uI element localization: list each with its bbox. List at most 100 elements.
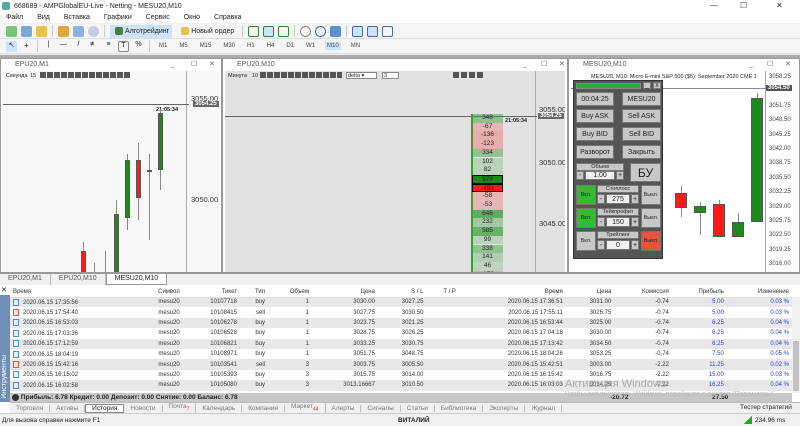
panel-close-button[interactable]: x — [653, 82, 661, 89]
column-header[interactable]: Цена — [565, 288, 615, 298]
takeprofit-on-button[interactable]: Вкл. — [576, 208, 596, 228]
buy-bid-button[interactable]: Buy BID — [576, 127, 614, 141]
table-row[interactable]: 2020.06.15 17:03:36 mesu20 10106528 buy 1 302… — [10, 328, 792, 338]
trailing-plus-button[interactable]: + — [631, 240, 639, 250]
maximize-button[interactable]: ☐ — [740, 1, 747, 10]
column-header[interactable]: Время — [458, 288, 566, 298]
takeprofit-input[interactable]: 150 — [606, 217, 630, 227]
reverse-button[interactable]: Разворот — [576, 145, 614, 159]
menu-view[interactable]: Вид — [37, 14, 50, 21]
table-row[interactable]: 2020.06.15 16:15:02 mesu20 10105393 buy 3 301… — [10, 370, 792, 380]
tile-windows-icon[interactable] — [330, 25, 342, 37]
column-header[interactable]: Прибыль — [671, 288, 727, 298]
timeframe-h4[interactable]: H4 — [265, 42, 277, 50]
tab-epu20-m10[interactable]: EPU20,M10 — [51, 274, 106, 285]
chart-window-epu20-m1[interactable]: EPU20,M1 _ ☐ ✕ Секунда 15 3055.00 3050.00 … — [0, 58, 222, 273]
buy-ask-button[interactable]: Buy ASK — [576, 109, 614, 123]
column-header[interactable]: Цена — [311, 288, 378, 298]
toolbox-tab[interactable]: Календарь — [196, 404, 243, 412]
maximize-button[interactable]: ☐ — [191, 59, 197, 70]
view-buttons[interactable] — [453, 72, 483, 78]
stoploss-on-button[interactable]: Вкл. — [576, 185, 596, 205]
table-row[interactable]: 2020.06.15 17:54:40 mesu20 10108415 sell 1 30… — [10, 307, 792, 317]
text-icon[interactable]: T — [118, 40, 129, 52]
toolbox-tab[interactable]: Библиотека — [435, 404, 484, 412]
maximize-button[interactable]: ☐ — [541, 59, 547, 70]
column-header[interactable]: S / L — [377, 288, 427, 298]
table-row[interactable]: 2020.06.15 18:04:19 mesu20 10108971 buy 1 305… — [10, 349, 792, 359]
menu-tools[interactable]: Сервис — [146, 14, 170, 21]
toolbox-close-icon[interactable]: ✕ — [1, 286, 7, 294]
profiles-icon[interactable] — [21, 25, 32, 37]
fibonacci-icon[interactable]: ≢ — [88, 41, 99, 52]
metaeditor-icon[interactable] — [58, 25, 69, 37]
table-scrollbar[interactable] — [792, 297, 800, 393]
channels-icon[interactable]: ≡ — [103, 41, 114, 52]
trailing-off-button[interactable]: Выкл. — [641, 231, 661, 251]
chart-canvas[interactable]: Секунда 15 3055.00 3050.00 3054.25 21:05… — [3, 71, 219, 272]
menu-insert[interactable]: Вставка — [64, 14, 90, 21]
autoscroll-icon[interactable] — [352, 25, 364, 37]
toolbox-tab[interactable]: Торговля — [10, 404, 51, 412]
stoploss-plus-button[interactable]: + — [631, 194, 639, 204]
zoom-in-icon[interactable] — [300, 25, 312, 37]
timeframe-mn[interactable]: MN — [349, 42, 362, 50]
crosshair-icon[interactable]: + — [21, 41, 32, 52]
line-chart-icon[interactable] — [278, 25, 290, 37]
chart-shift-icon[interactable] — [367, 25, 379, 37]
cursor-icon[interactable]: ↖ — [6, 40, 17, 52]
sell-bid-button[interactable]: Sell BID — [622, 127, 661, 141]
toolbox-side-label[interactable]: Инструменты — [0, 295, 10, 402]
menu-file[interactable]: Файл — [6, 14, 23, 21]
takeprofit-plus-button[interactable]: + — [631, 217, 639, 227]
toolbox-tab[interactable]: Почта7 — [163, 403, 197, 413]
close-position-button[interactable]: Закрыть — [622, 145, 661, 159]
zoom-out-icon[interactable] — [315, 25, 327, 37]
navigator-icon[interactable] — [73, 25, 84, 37]
trailing-on-button[interactable]: Вкл. — [576, 231, 596, 251]
depth-stepper[interactable]: 3 — [382, 72, 399, 79]
column-header[interactable]: Изменение — [726, 288, 792, 298]
chart-window-epu20-m10[interactable]: EPU20,M10 _ ☐ ✕ Минута 10 delta ▾ 3 3055.0… — [222, 58, 568, 273]
vertical-line-icon[interactable]: | — [43, 41, 54, 52]
column-header[interactable]: Тип — [239, 288, 269, 298]
toolbox-tab[interactable]: Компания — [242, 404, 285, 412]
horizontal-line-icon[interactable]: — — [58, 41, 69, 52]
tab-epu20-m1[interactable]: EPU20,M1 — [0, 274, 51, 285]
trailing-input[interactable]: 0 — [606, 240, 630, 250]
breakeven-button[interactable]: БУ — [630, 163, 661, 182]
timeframe-m30[interactable]: M30 — [221, 42, 237, 50]
toolbox-tab[interactable]: Эксперты — [483, 404, 526, 412]
minimize-button[interactable]: _ — [171, 59, 175, 70]
timeframe-m5[interactable]: M5 — [177, 42, 189, 50]
stoploss-input[interactable]: 275 — [606, 194, 630, 204]
strategy-tester-button[interactable]: Тестер стратегий — [740, 404, 792, 411]
minimize-button[interactable]: _ — [749, 59, 753, 70]
stoploss-minus-button[interactable]: - — [597, 194, 605, 204]
tab-mesu20-m10[interactable]: MESU20,M10 — [105, 274, 168, 285]
timeframe-d1[interactable]: D1 — [284, 42, 296, 50]
toolbox-tab[interactable]: Активы — [50, 404, 86, 412]
table-row[interactable]: 2020.06.15 16:53:03 mesu20 10106278 buy 1 302… — [10, 317, 792, 329]
toolbox-tab[interactable]: История — [85, 403, 125, 413]
timeframe-m15[interactable]: M15 — [198, 42, 214, 50]
minimize-button[interactable]: _ — [523, 59, 527, 70]
table-row[interactable]: 2020.06.15 17:35:56 mesu20 10107718 buy 1 303… — [10, 297, 792, 308]
table-row[interactable]: 2020.06.15 17:12:59 mesu20 10106821 buy 1 303… — [10, 338, 792, 349]
table-row[interactable]: 2020.06.15 16:02:58 mesu20 10105080 buy 3 301… — [10, 380, 792, 391]
volume-minus-button[interactable]: - — [576, 171, 584, 180]
timeframe-m10[interactable]: M10 — [325, 42, 341, 50]
toolbox-tab[interactable]: Сигналы — [361, 404, 401, 412]
table-row[interactable]: 2020.06.15 15:42:16 mesu20 10103541 sell 3 30… — [10, 359, 792, 370]
takeprofit-minus-button[interactable]: - — [597, 217, 605, 227]
volume-plus-button[interactable]: + — [616, 171, 624, 180]
shapes-icon[interactable]: % — [133, 41, 144, 52]
column-header[interactable]: T / P — [426, 288, 459, 298]
mode-select[interactable]: delta ▾ — [346, 72, 377, 79]
close-button[interactable]: ✕ — [776, 1, 783, 10]
market-watch-icon[interactable] — [36, 25, 47, 37]
signal-icon[interactable] — [88, 25, 99, 37]
toolbox-tab[interactable]: Маркет44 — [285, 403, 326, 413]
close-button[interactable]: ✕ — [785, 59, 791, 70]
new-order-button[interactable]: Новый ордер — [176, 25, 237, 38]
